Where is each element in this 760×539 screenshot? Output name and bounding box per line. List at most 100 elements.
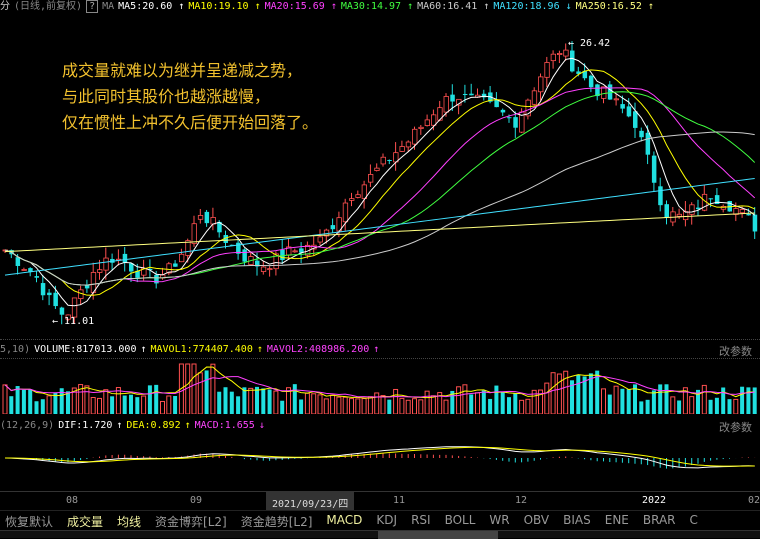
candle bbox=[399, 146, 405, 152]
volume-bar bbox=[115, 387, 121, 414]
volume-bar bbox=[424, 390, 430, 414]
volume-bar bbox=[349, 398, 354, 414]
candle bbox=[507, 117, 512, 119]
volume-bar bbox=[280, 400, 285, 414]
volume-param-button[interactable]: 改参数 bbox=[719, 343, 752, 359]
volume-bar bbox=[494, 385, 499, 414]
candle bbox=[633, 111, 638, 128]
help-button[interactable]: ? bbox=[86, 0, 99, 13]
candle bbox=[443, 96, 449, 113]
tab-资金趋势[l2][interactable]: 资金趋势[L2] bbox=[236, 511, 322, 530]
candle bbox=[71, 297, 78, 318]
arrow-icon: ↑ bbox=[116, 420, 123, 431]
volume-bar bbox=[236, 396, 241, 414]
tab-kdj[interactable]: KDJ bbox=[371, 511, 406, 530]
candle bbox=[658, 186, 663, 206]
volume-bar bbox=[607, 394, 612, 414]
candle bbox=[178, 253, 185, 263]
volume-bar bbox=[9, 396, 14, 414]
annotation-line: 仅在惯性上冲不久后便开始回落了。 bbox=[62, 113, 319, 132]
tab-obv[interactable]: OBV bbox=[519, 511, 559, 530]
macd-chart[interactable] bbox=[0, 432, 760, 490]
tab-boll[interactable]: BOLL bbox=[440, 511, 485, 530]
tab-均线[interactable]: 均线 bbox=[112, 511, 150, 530]
candle bbox=[639, 130, 644, 138]
volume-bar bbox=[412, 398, 417, 414]
tab-brar[interactable]: BRAR bbox=[638, 511, 685, 530]
candle bbox=[15, 257, 21, 266]
candle bbox=[34, 276, 39, 278]
tab-资金博弈[l2][interactable]: 资金博弈[L2] bbox=[150, 511, 236, 530]
arrow-icon: ↑ bbox=[140, 344, 147, 355]
candle bbox=[683, 211, 689, 221]
candle bbox=[47, 292, 52, 296]
low-price-label: ← 11.01 bbox=[52, 316, 94, 327]
candle bbox=[122, 253, 128, 263]
candle bbox=[645, 132, 651, 155]
x-tick: 12 bbox=[515, 495, 528, 506]
candle bbox=[620, 104, 625, 109]
volume-bar bbox=[525, 398, 531, 414]
volume-bar bbox=[513, 393, 518, 414]
candle bbox=[204, 211, 210, 224]
candle bbox=[651, 155, 657, 183]
volume-bar bbox=[550, 372, 556, 414]
candle bbox=[424, 119, 431, 126]
indicator-tabs: 恢复默认 成交量 均线 资金博弈[L2] 资金趋势[L2] MACD KDJ RSI BOLL W… bbox=[0, 510, 760, 530]
volume-bar bbox=[380, 395, 386, 414]
tab-macd[interactable]: MACD bbox=[321, 511, 371, 530]
volume-bar bbox=[481, 390, 486, 414]
volume-bar bbox=[21, 389, 26, 414]
volume-bar bbox=[651, 390, 656, 414]
volume-bar bbox=[217, 391, 222, 414]
mavol1-value: MAVOL1:774407.400 bbox=[150, 344, 253, 355]
x-tick: 2022 bbox=[642, 495, 667, 506]
volume-bar bbox=[267, 389, 272, 414]
volume-bar bbox=[740, 386, 745, 414]
ma-value: MA5:20.60 ↑ bbox=[118, 1, 185, 12]
volume-bar bbox=[443, 399, 449, 414]
volume-bar bbox=[28, 389, 33, 414]
x-axis: 08 09 2021/09/23/四 11 12 2022 02 bbox=[0, 491, 760, 510]
volume-bar bbox=[430, 395, 436, 414]
volume-bar bbox=[576, 374, 581, 414]
volume-bar bbox=[46, 395, 52, 414]
volume-bar bbox=[405, 399, 411, 414]
tab-恢复默认[interactable]: 恢复默认 bbox=[0, 511, 62, 530]
tab-wr[interactable]: WR bbox=[484, 511, 518, 530]
volume-value: VOLUME:817013.000 bbox=[34, 344, 137, 355]
volume-bar bbox=[721, 387, 726, 414]
candle bbox=[739, 209, 745, 214]
volume-bar bbox=[135, 397, 140, 414]
volume-bar bbox=[299, 399, 304, 414]
candle bbox=[500, 109, 506, 113]
volume-bar bbox=[677, 400, 682, 414]
volume-chart[interactable] bbox=[0, 358, 760, 414]
volume-bar bbox=[399, 397, 405, 414]
ma-value: MA30:14.97 ↑ bbox=[340, 1, 414, 12]
candle bbox=[292, 250, 298, 253]
candle bbox=[387, 160, 392, 162]
tab-c[interactable]: C bbox=[685, 511, 707, 530]
volume-bar bbox=[462, 384, 468, 414]
candle bbox=[613, 98, 619, 101]
scrollbar[interactable] bbox=[0, 530, 760, 539]
candle bbox=[418, 126, 424, 129]
tab-成交量[interactable]: 成交量 bbox=[62, 511, 112, 530]
macd-header: (12,26,9) DIF:1.720 ↑ DEA:0.892 ↑ MACD:1.655 ↓ bbox=[0, 419, 269, 432]
candle bbox=[607, 84, 613, 100]
tab-ene[interactable]: ENE bbox=[600, 511, 638, 530]
volume-bar bbox=[273, 390, 279, 414]
volume-bar bbox=[613, 385, 619, 414]
candle bbox=[374, 167, 380, 171]
tab-rsi[interactable]: RSI bbox=[406, 511, 440, 530]
volume-bar bbox=[122, 395, 127, 414]
volume-bar bbox=[204, 370, 209, 414]
volume-bar bbox=[229, 391, 234, 414]
volume-bar bbox=[507, 397, 511, 414]
candle bbox=[626, 106, 632, 117]
volume-bar bbox=[90, 396, 96, 414]
tab-bias[interactable]: BIAS bbox=[558, 511, 600, 530]
candle bbox=[59, 307, 65, 315]
volume-bar bbox=[330, 394, 336, 414]
